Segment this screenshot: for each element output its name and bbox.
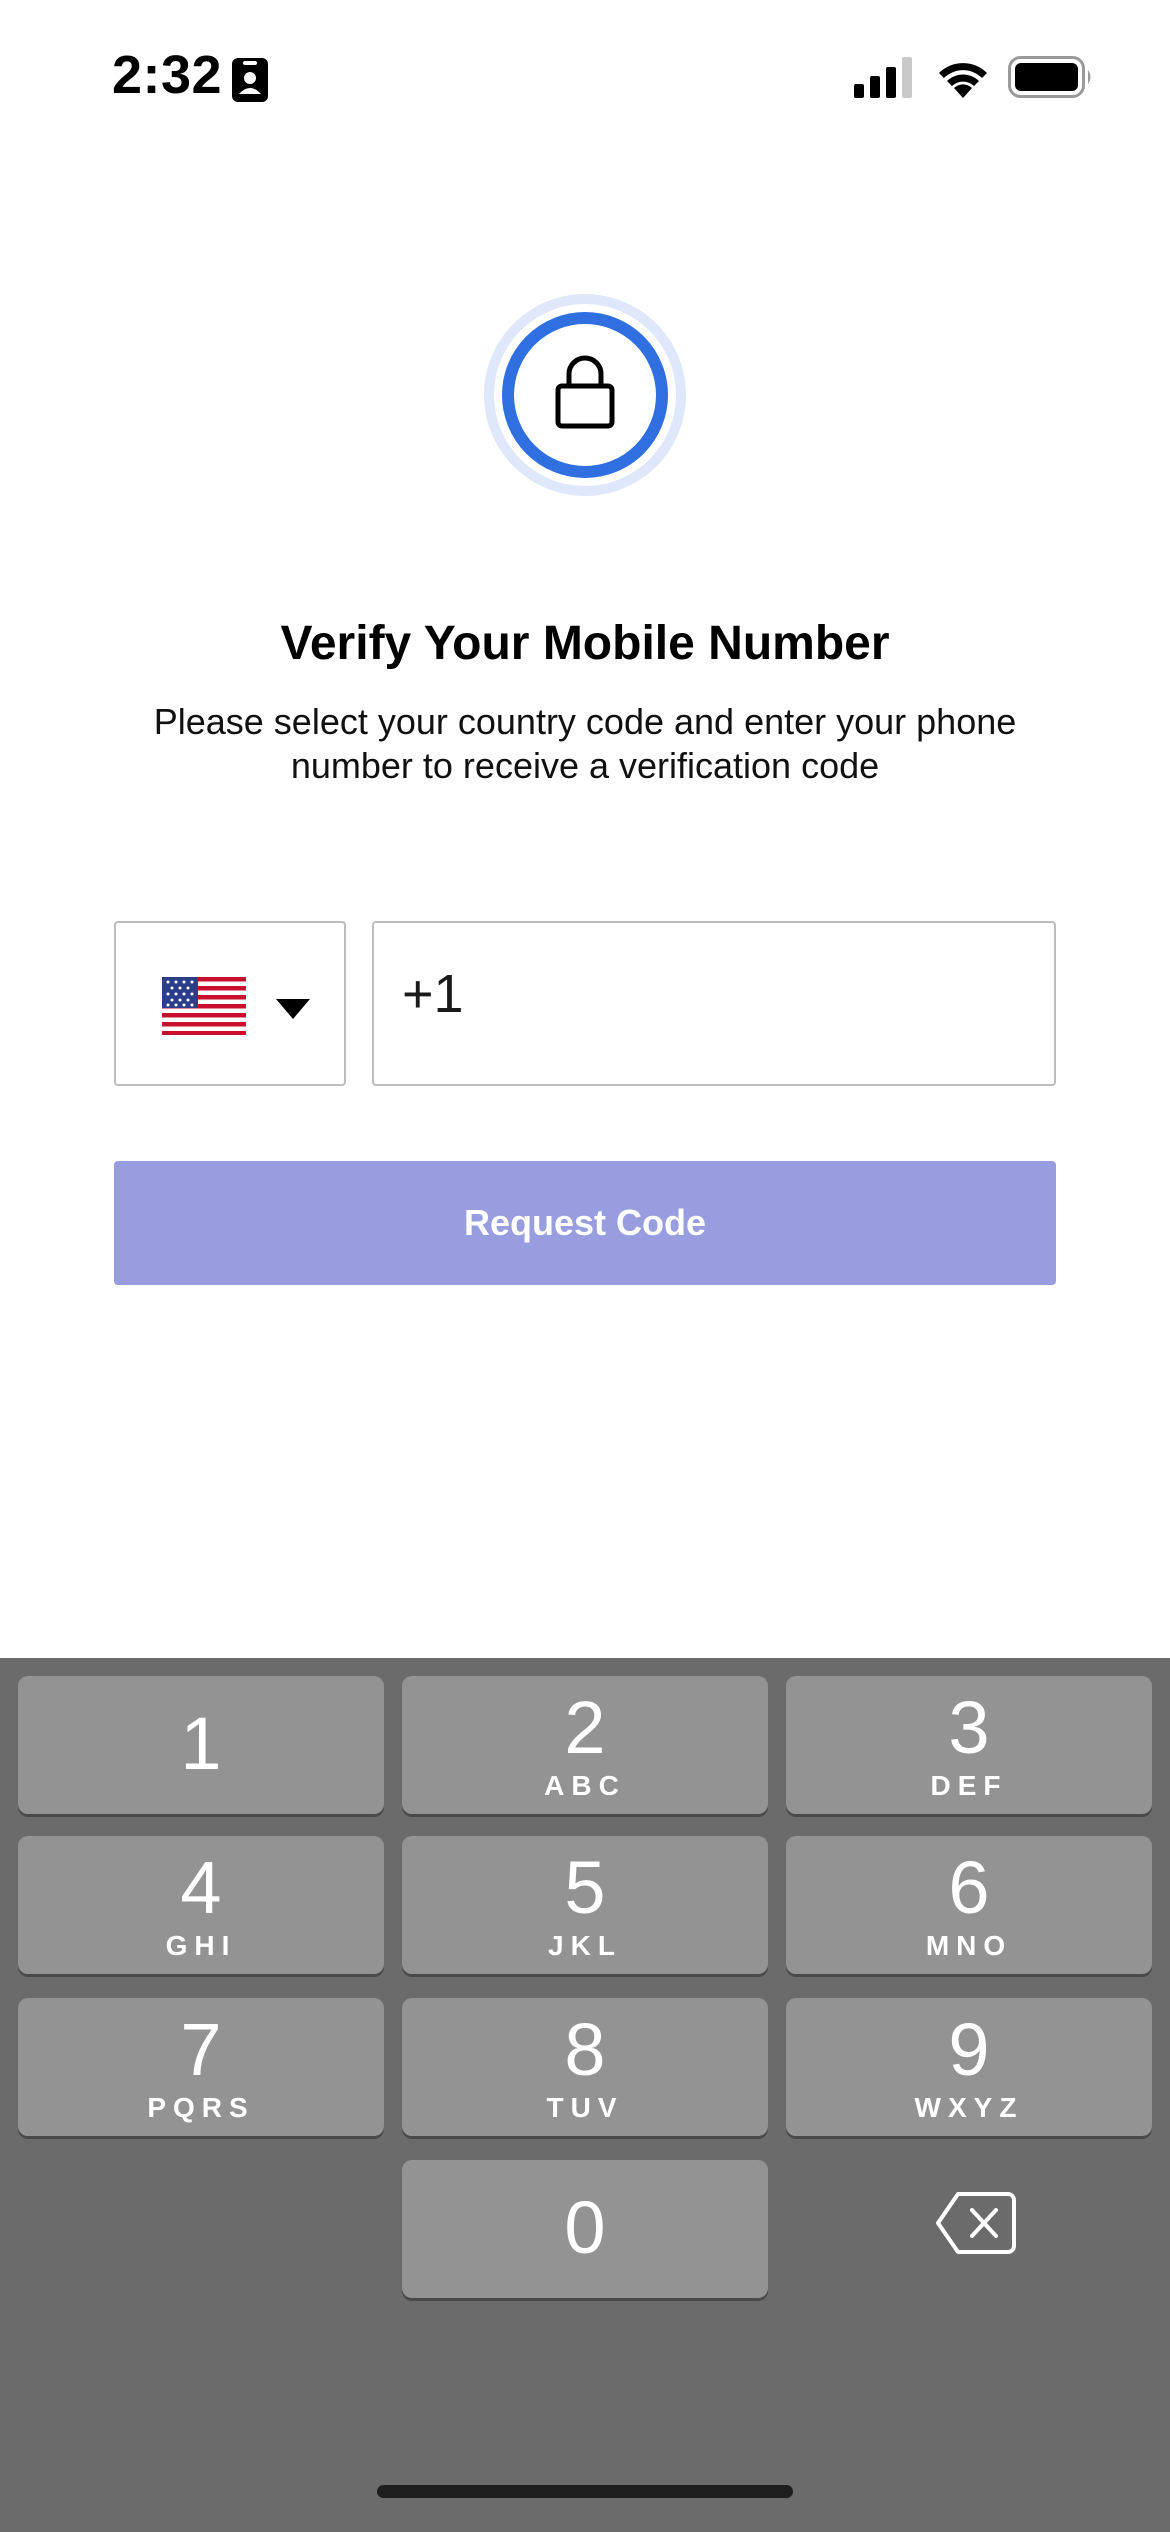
request-code-button[interactable]: Request Code	[114, 1161, 1056, 1285]
key-letters: DEF	[930, 1770, 1008, 1801]
key-digit: 4	[180, 1846, 222, 1929]
key-1[interactable]: 1	[18, 1676, 384, 1814]
key-letters: WXYZ	[914, 2092, 1024, 2123]
key-letters: PQRS	[147, 2092, 255, 2123]
key-digit: 2	[564, 1686, 606, 1769]
key-5[interactable]: 5 JKL	[402, 1836, 768, 1974]
key-digit: 9	[948, 2008, 990, 2091]
home-indicator[interactable]	[377, 2485, 793, 2498]
page-subtitle: Please select your country code and ente…	[153, 701, 1017, 786]
key-digit: 8	[564, 2008, 606, 2091]
key-letters: TUV	[546, 2092, 624, 2123]
country-code-select[interactable]	[114, 921, 346, 1086]
key-6[interactable]: 6 MNO	[786, 1836, 1152, 1974]
key-0[interactable]: 0	[402, 2160, 768, 2298]
key-9[interactable]: 9 WXYZ	[786, 1998, 1152, 2136]
key-digit: 0	[564, 2186, 606, 2269]
chevron-down-icon	[276, 999, 310, 1019]
key-digit: 7	[180, 2008, 222, 2091]
lock-badge	[484, 294, 686, 496]
key-digit: 1	[180, 1702, 222, 1785]
wifi-icon	[939, 63, 987, 98]
us-flag-icon	[162, 977, 246, 1035]
key-letters: MNO	[925, 1930, 1013, 1961]
key-4[interactable]: 4 GHI	[18, 1836, 384, 1974]
key-letters: ABC	[544, 1770, 626, 1801]
status-time: 2:32	[112, 45, 223, 105]
cellular-signal-icon	[854, 57, 912, 98]
delete-backspace-icon[interactable]	[936, 2190, 1016, 2256]
key-letters: GHI	[165, 1930, 237, 1961]
key-digit: 6	[948, 1846, 990, 1929]
id-card-icon	[232, 58, 268, 102]
status-bar: 2:32	[0, 0, 1170, 150]
phone-number-input[interactable]: +1	[372, 921, 1056, 1086]
key-8[interactable]: 8 TUV	[402, 1998, 768, 2136]
key-letters: JKL	[548, 1930, 622, 1961]
key-2[interactable]: 2 ABC	[402, 1676, 768, 1814]
key-digit: 5	[564, 1846, 606, 1929]
key-7[interactable]: 7 PQRS	[18, 1998, 384, 2136]
battery-icon	[1008, 56, 1091, 98]
phone-number-value: +1	[402, 964, 464, 1024]
key-3[interactable]: 3 DEF	[786, 1676, 1152, 1814]
page-title: Verify Your Mobile Number	[280, 617, 890, 670]
key-digit: 3	[948, 1686, 990, 1769]
